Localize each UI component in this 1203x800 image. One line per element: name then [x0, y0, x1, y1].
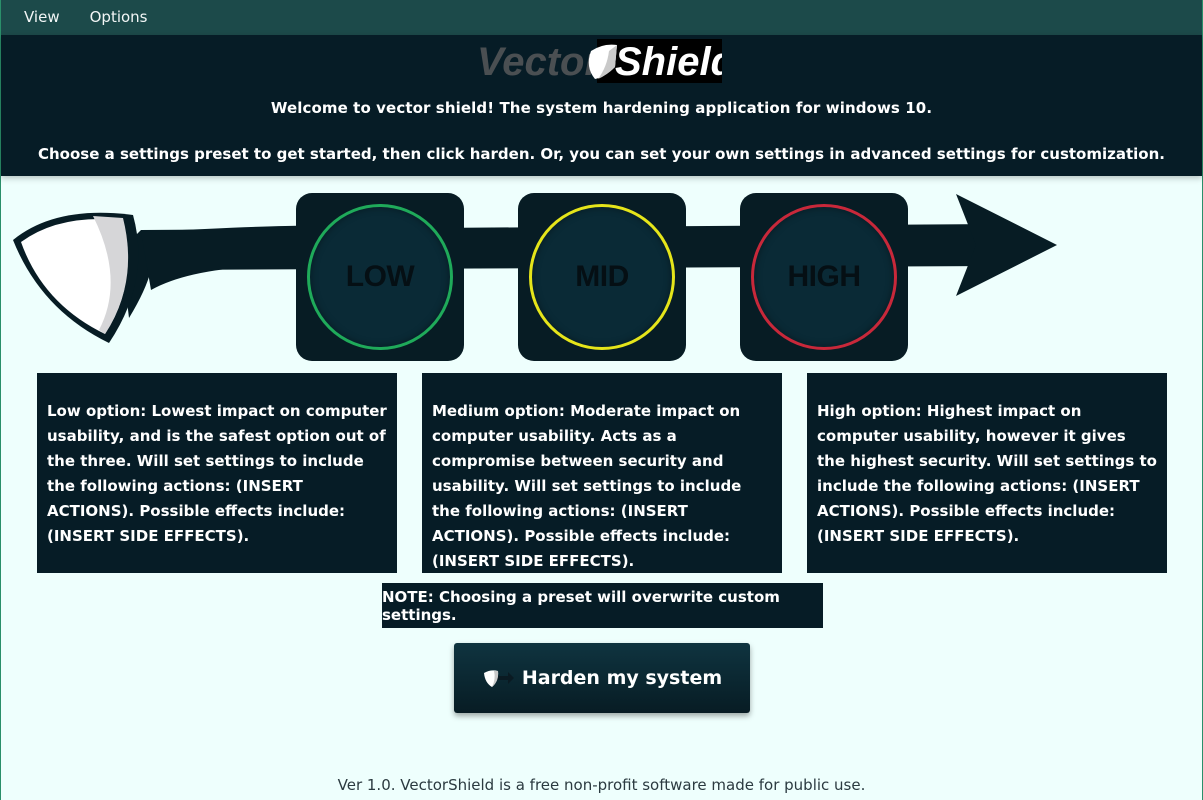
preset-note: NOTE: Choosing a preset will overwrite c…	[382, 583, 823, 628]
header-banner: Vector Shield Welcome to vector shield! …	[1, 35, 1202, 176]
preset-mid-button[interactable]: MID	[518, 193, 686, 361]
preset-mid-ring: MID	[529, 204, 675, 350]
high-description: High option: Highest impact on computer …	[807, 373, 1167, 573]
shield-arrow-icon	[483, 670, 514, 687]
menu-options[interactable]: Options	[75, 0, 163, 35]
preset-high-button[interactable]: HIGH	[740, 193, 908, 361]
instructions-text: Choose a settings preset to get started,…	[38, 145, 1165, 163]
preset-low-ring: LOW	[307, 204, 453, 350]
welcome-text: Welcome to vector shield! The system har…	[270, 99, 933, 117]
preset-high-ring: HIGH	[751, 204, 897, 350]
preset-mid-label: MID	[575, 260, 629, 293]
preset-low-button[interactable]: LOW	[296, 193, 464, 361]
harden-button-label: Harden my system	[521, 667, 723, 689]
logo-text-vector: Vector	[477, 40, 602, 84]
low-description: Low option: Lowest impact on computer us…	[37, 373, 397, 573]
logo-text-shield: Shield	[615, 40, 722, 84]
harden-button[interactable]: Harden my system	[454, 643, 750, 713]
preset-low-label: LOW	[345, 260, 415, 293]
footer-version: Ver 1.0. VectorShield is a free non-prof…	[337, 776, 866, 794]
menu-bar: View Options	[1, 0, 1202, 35]
vectorshield-logo: Vector Shield	[477, 39, 722, 84]
menu-view[interactable]: View	[9, 0, 75, 35]
app-window: View Options Vector Shield Welcome to ve…	[0, 0, 1203, 800]
preset-high-label: HIGH	[787, 260, 862, 293]
medium-description: Medium option: Moderate impact on comput…	[422, 373, 782, 573]
